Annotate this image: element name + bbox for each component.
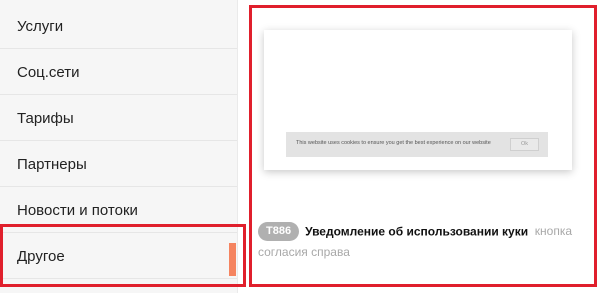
active-indicator bbox=[229, 243, 236, 276]
sidebar-item-services[interactable]: Услуги bbox=[0, 4, 237, 49]
sidebar-item-label: Тарифы bbox=[17, 110, 74, 127]
cookie-banner-preview: This website uses cookies to ensure you … bbox=[286, 132, 548, 157]
sidebar-item-label: Другое bbox=[17, 248, 65, 265]
cookie-banner-text: This website uses cookies to ensure you … bbox=[296, 140, 491, 146]
template-id-badge: T886 bbox=[258, 222, 300, 242]
sidebar-item-social[interactable]: Соц.сети bbox=[0, 50, 237, 95]
template-info: T886 Уведомление об использовании куки кн… bbox=[258, 221, 588, 263]
sidebar-item-label: Новости и потоки bbox=[17, 202, 138, 219]
sidebar-item-partners[interactable]: Партнеры bbox=[0, 142, 237, 187]
sidebar-item-tariffs[interactable]: Тарифы bbox=[0, 96, 237, 141]
cookie-ok-button: Ok bbox=[510, 138, 539, 151]
sidebar-item-news[interactable]: Новости и потоки bbox=[0, 188, 237, 233]
template-title[interactable]: Уведомление об использовании куки bbox=[305, 224, 528, 238]
sidebar-item-label: Партнеры bbox=[17, 156, 87, 173]
template-preview-card[interactable]: This website uses cookies to ensure you … bbox=[264, 30, 572, 170]
sidebar: Услуги Соц.сети Тарифы Партнеры Новости … bbox=[0, 0, 238, 293]
sidebar-item-label: Услуги bbox=[17, 18, 64, 35]
sidebar-item-label: Соц.сети bbox=[17, 64, 80, 81]
sidebar-item-other[interactable]: Другое bbox=[0, 234, 237, 279]
